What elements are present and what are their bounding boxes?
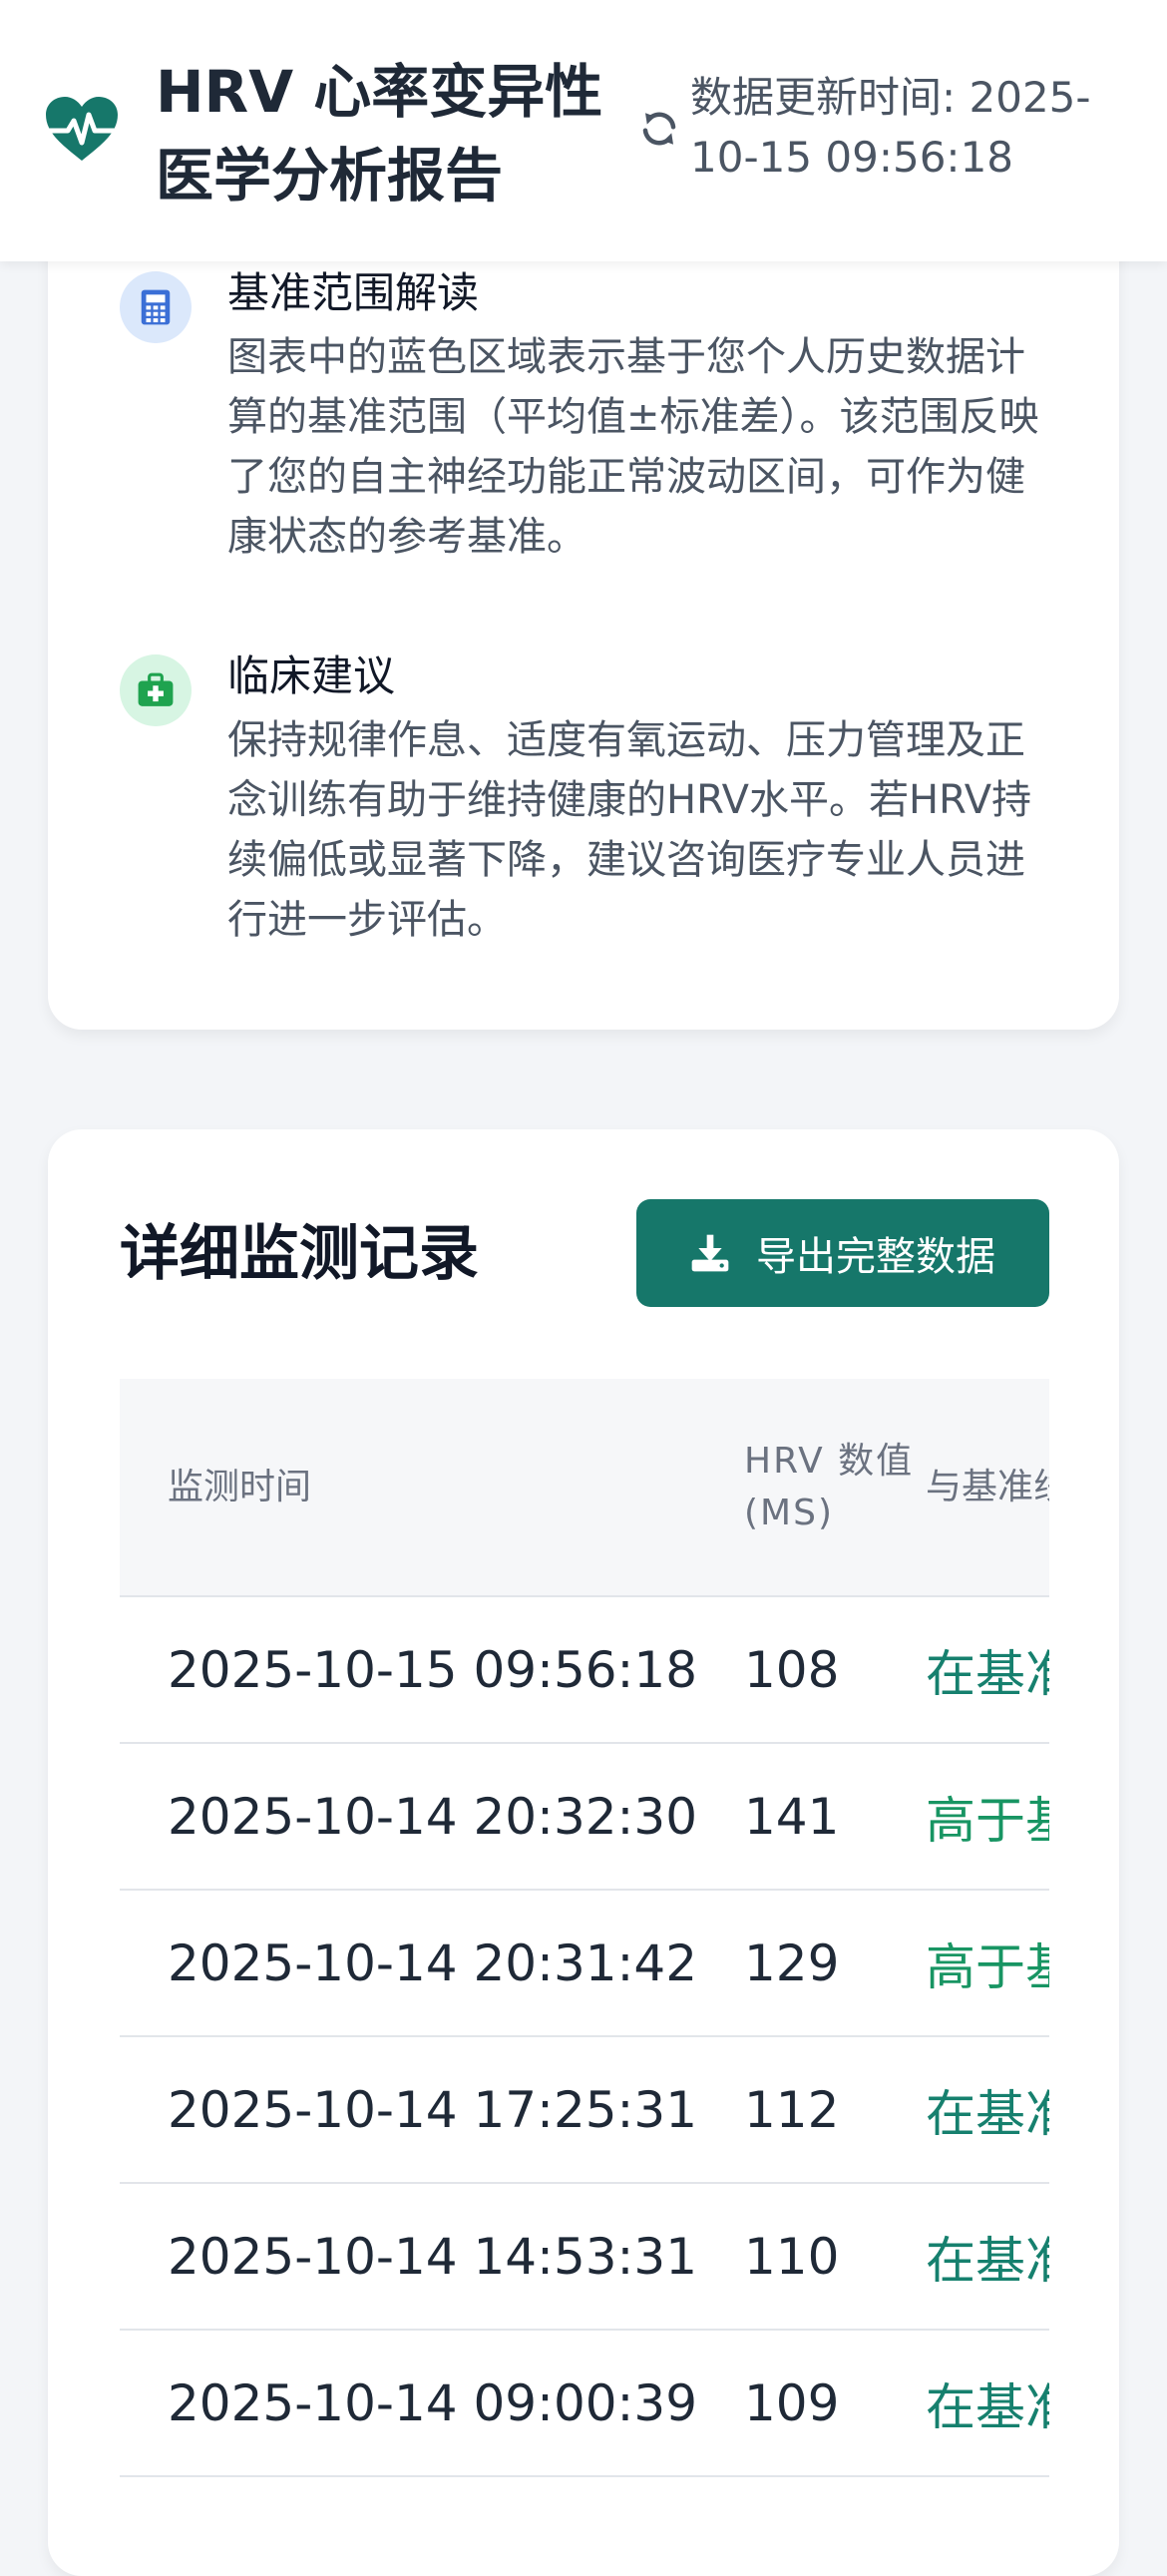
table-row: 2025-10-14 17:25:31 112 在基准范围内 [120,2036,1049,2184]
table-row: 2025-10-14 14:53:31 110 在基准范围内 [120,2183,1049,2331]
table-row: 2025-10-14 20:31:42 129 高于基准范围 [120,1890,1049,2037]
last-updated-text: 数据更新时间: 2025-10-15 09:56:18 [690,73,1091,182]
page-title: HRV 心率变异性医学分析报告 [156,58,603,210]
cell-status: 高于基准范围 [926,1743,1049,1891]
column-header-hrv: HRV 数值 (MS) [744,1379,926,1597]
cell-status: 在基准范围内 [926,2183,1049,2331]
records-table-container[interactable]: 监测时间 HRV 数值 (MS) 与基准线对比 2025-10-15 09:56… [120,1379,1049,2576]
table-row: 2025-10-14 09:00:39 109 在基准范围内 [120,2330,1049,2477]
cell-time: 2025-10-14 20:32:30 [120,1743,744,1891]
cell-status: 在基准范围内 [926,1596,1049,1744]
records-title: 详细监测记录 [120,1219,479,1289]
info-body: 图表中的蓝色区域表示基于您个人历史数据计算的基准范围（平均值±标准差）。该范围反… [227,334,1039,560]
table-header-row: 监测时间 HRV 数值 (MS) 与基准线对比 [120,1379,1049,1597]
cell-status: 在基准范围内 [926,2036,1049,2184]
export-data-button[interactable]: 导出完整数据 [636,1199,1049,1307]
table-row: 2025-10-15 09:56:18 108 在基准范围内 [120,1596,1049,1744]
cell-status: 高于基准范围 [926,1890,1049,2037]
cell-hrv: 112 [744,2036,926,2184]
cell-hrv: 109 [744,2330,926,2477]
cell-time: 2025-10-15 09:56:18 [120,1596,744,1744]
cell-status: 在基准范围内 [926,2330,1049,2477]
calculator-icon [120,271,192,343]
table-row: 2025-10-14 20:32:30 141 高于基准范围 [120,1743,1049,1891]
download-icon [691,1234,729,1272]
cell-time: 2025-10-14 20:31:42 [120,1890,744,2037]
column-header-time: 监测时间 [120,1379,744,1597]
app-header: HRV 心率变异性医学分析报告 数据更新时间: 2025-10-15 09:56… [0,0,1167,261]
sync-icon[interactable] [638,108,680,150]
cell-time: 2025-10-14 17:25:31 [120,2036,744,2184]
info-title: 临床建议 [227,651,396,700]
records-table: 监测时间 HRV 数值 (MS) 与基准线对比 2025-10-15 09:56… [120,1379,1049,2477]
column-header-status: 与基准线对比 [926,1379,1049,1597]
records-card: 详细监测记录 导出完整数据 监测时间 HRV 数值 (MS) 与基准线对比 20… [48,1129,1119,2576]
cell-time: 2025-10-14 14:53:31 [120,2183,744,2331]
info-body: 保持规律作息、适度有氧运动、压力管理及正念训练有助于维持健康的HRV水平。若HR… [227,717,1032,943]
cell-hrv: 108 [744,1596,926,1744]
interpretation-card: 基准范围解读 图表中的蓝色区域表示基于您个人历史数据计算的基准范围（平均值±标准… [48,150,1119,1030]
cell-hrv: 129 [744,1890,926,2037]
cell-hrv: 141 [744,1743,926,1891]
info-title: 基准范围解读 [227,268,480,317]
cell-time: 2025-10-14 09:00:39 [120,2330,744,2477]
medical-kit-icon [120,654,192,726]
export-label: 导出完整数据 [756,1234,995,1280]
cell-hrv: 110 [744,2183,926,2331]
heart-pulse-icon [46,97,118,161]
